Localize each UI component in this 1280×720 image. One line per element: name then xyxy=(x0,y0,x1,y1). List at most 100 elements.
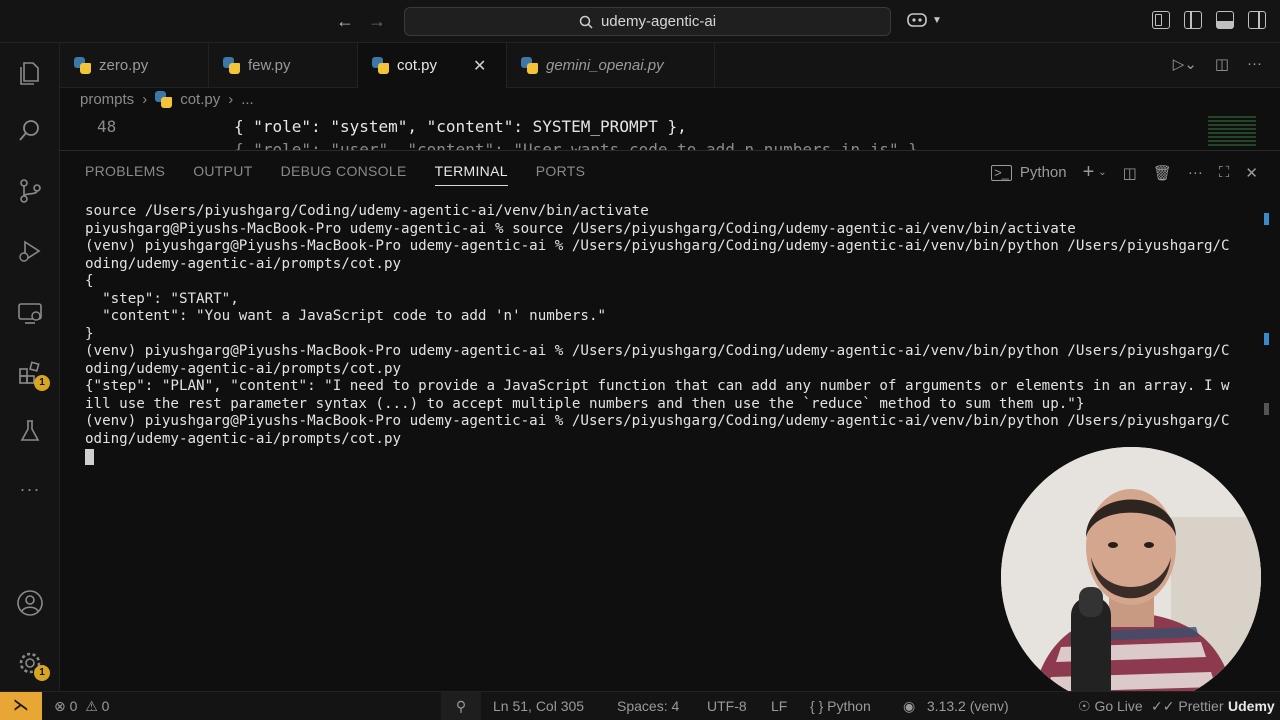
error-count: 0 xyxy=(69,698,78,714)
tab-ports[interactable]: PORTS xyxy=(536,163,585,186)
end-of-line[interactable]: LF xyxy=(771,698,787,714)
terminal-text: {"step": "PLAN", "content": "I need to p… xyxy=(85,378,1230,394)
presenter-image xyxy=(1001,447,1261,707)
prettier-status[interactable]: ✓✓ Prettier xyxy=(1151,698,1223,715)
copilot-icon xyxy=(907,13,927,27)
terminal-text: "content": "You want a JavaScript code t… xyxy=(85,308,607,324)
breadcrumb-more[interactable]: ... xyxy=(241,91,254,108)
extensions-badge: 1 xyxy=(34,375,50,391)
tab-output[interactable]: OUTPUT xyxy=(193,163,252,186)
problems-status[interactable]: ⊗ 0 ⚠ 0 xyxy=(54,698,109,715)
search-text: udemy-agentic-ai xyxy=(600,13,717,30)
search-icon[interactable] xyxy=(16,117,44,145)
language-label: Python xyxy=(827,698,871,714)
code-line-partial[interactable]: { "role": "user", "content": "User wants… xyxy=(234,140,928,150)
terminal-output[interactable]: source /Users/piyushgarg/Coding/udemy-ag… xyxy=(85,203,1260,466)
terminal-line: { xyxy=(85,273,1260,291)
more-actions-icon[interactable]: ··· xyxy=(1247,55,1262,73)
command-center-search[interactable]: udemy-agentic-ai xyxy=(404,7,891,36)
chevron-right-icon: › xyxy=(228,91,234,108)
forward-arrow-icon[interactable]: → xyxy=(366,10,388,32)
remote-explorer-icon[interactable] xyxy=(16,299,44,327)
toggle-panel-icon[interactable] xyxy=(1216,11,1234,29)
account-icon[interactable] xyxy=(16,589,44,617)
tab-gemini-openai-py[interactable]: gemini_openai.py xyxy=(507,43,715,88)
explorer-icon[interactable] xyxy=(16,59,44,87)
tab-debug-console[interactable]: DEBUG CONSOLE xyxy=(281,163,407,186)
tab-problems[interactable]: PROBLEMS xyxy=(85,163,165,186)
close-icon[interactable]: ✕ xyxy=(473,56,486,76)
settings-gear-icon[interactable]: 1 xyxy=(16,649,50,681)
terminal-text: source /Users/piyushgarg/Coding/udemy-ag… xyxy=(85,203,649,219)
maximize-panel-icon[interactable]: ⛶ xyxy=(1219,164,1230,181)
tab-cot-py[interactable]: cot.py ✕ xyxy=(358,43,507,88)
split-editor-icon[interactable]: ◫ xyxy=(1215,55,1229,73)
breadcrumb: prompts › cot.py › ... xyxy=(80,91,254,108)
title-bar: ← → udemy-agentic-ai ▼ xyxy=(0,0,1280,43)
line-number: 48 xyxy=(97,117,117,136)
split-terminal-icon[interactable]: ◫ xyxy=(1123,164,1137,182)
remote-indicator-icon[interactable]: ⋋ xyxy=(0,692,42,720)
terminal-line: (venv) piyushgarg@Piyushs-MacBook-Pro ud… xyxy=(85,238,1260,256)
udemy-watermark: Udemy xyxy=(1228,698,1275,714)
terminal-text: oding/udemy-agentic-ai/prompts/cot.py xyxy=(85,430,402,447)
terminal-icon: >_ xyxy=(991,164,1012,181)
breadcrumb-file[interactable]: cot.py xyxy=(180,91,220,108)
testing-icon[interactable] xyxy=(16,417,44,445)
zoom-icon[interactable]: ⚲ xyxy=(441,692,481,720)
tab-label: gemini_openai.py xyxy=(546,57,664,74)
tab-zero-py[interactable]: zero.py xyxy=(60,43,209,88)
go-live-label: Go Live xyxy=(1094,698,1143,714)
terminal-text: (venv) piyushgarg@Piyushs-MacBook-Pro ud… xyxy=(85,413,1230,429)
breadcrumb-folder[interactable]: prompts xyxy=(80,91,134,108)
tab-label: few.py xyxy=(248,57,291,74)
tab-terminal[interactable]: TERMINAL xyxy=(434,163,508,186)
copilot-button[interactable]: ▼ xyxy=(906,11,942,29)
terminal-cursor xyxy=(85,449,94,465)
run-python-file-icon[interactable]: ▷⌄ xyxy=(1173,55,1197,73)
terminal-text: } xyxy=(85,325,94,342)
python-file-icon xyxy=(223,57,240,74)
extensions-icon[interactable]: 1 xyxy=(16,359,50,391)
cursor-position[interactable]: Ln 51, Col 305 xyxy=(493,698,584,714)
chevron-right-icon: › xyxy=(142,91,148,108)
tab-few-py[interactable]: few.py xyxy=(209,43,358,88)
minimap[interactable] xyxy=(1208,116,1256,146)
indentation[interactable]: Spaces: 4 xyxy=(617,698,679,714)
toggle-primary-sidebar-icon[interactable] xyxy=(1184,11,1202,29)
language-mode[interactable]: { } Python xyxy=(810,698,871,714)
more-actions-icon[interactable]: ··· xyxy=(1188,164,1203,181)
back-arrow-icon[interactable]: ← xyxy=(334,10,356,32)
code-line[interactable]: { "role": "system", "content": SYSTEM_PR… xyxy=(234,117,687,136)
customize-layout-icon[interactable] xyxy=(1152,11,1170,29)
close-panel-icon[interactable]: ✕ xyxy=(1245,164,1258,182)
terminal-text: { xyxy=(85,273,94,289)
chevron-down-icon: ▼ xyxy=(932,14,942,26)
toggle-secondary-sidebar-icon[interactable] xyxy=(1248,11,1266,29)
encoding[interactable]: UTF-8 xyxy=(707,698,747,714)
terminal-text: piyushgarg@Piyushs-MacBook-Pro udemy-age… xyxy=(85,220,1076,237)
code-editor[interactable]: 48 { "role": "system", "content": SYSTEM… xyxy=(60,112,1280,150)
python-interpreter[interactable]: ◉ 3.13.2 (venv) xyxy=(903,698,1009,715)
run-debug-icon[interactable] xyxy=(16,237,44,265)
terminal-name[interactable]: Python xyxy=(1020,164,1067,181)
source-control-icon[interactable] xyxy=(16,177,44,205)
python-file-icon xyxy=(521,57,538,74)
terminal-line: piyushgarg@Piyushs-MacBook-Pro udemy-age… xyxy=(85,221,1260,239)
editor-actions: ▷⌄ ◫ ··· xyxy=(1173,55,1262,73)
braces-icon: { } xyxy=(810,698,824,714)
terminal-line: oding/udemy-agentic-ai/prompts/cot.py xyxy=(85,256,1260,274)
layout-controls xyxy=(1152,11,1266,29)
more-icon[interactable]: ··· xyxy=(16,475,44,503)
new-terminal-icon[interactable]: + xyxy=(1083,161,1095,184)
terminal-text: "step": "START", xyxy=(85,290,239,307)
trash-icon[interactable]: 🗑 xyxy=(1153,164,1172,182)
terminal-line: } xyxy=(85,326,1260,344)
search-icon xyxy=(579,15,593,29)
prettier-label: Prettier xyxy=(1178,698,1224,714)
terminal-text: ill use the rest parameter syntax (...) … xyxy=(85,395,1085,412)
terminal-line: oding/udemy-agentic-ai/prompts/cot.py xyxy=(85,431,1260,449)
go-live-button[interactable]: ☉ Go Live xyxy=(1078,698,1143,715)
chevron-down-icon[interactable]: ⌄ xyxy=(1098,167,1106,178)
terminal-line: oding/udemy-agentic-ai/prompts/cot.py xyxy=(85,361,1260,379)
